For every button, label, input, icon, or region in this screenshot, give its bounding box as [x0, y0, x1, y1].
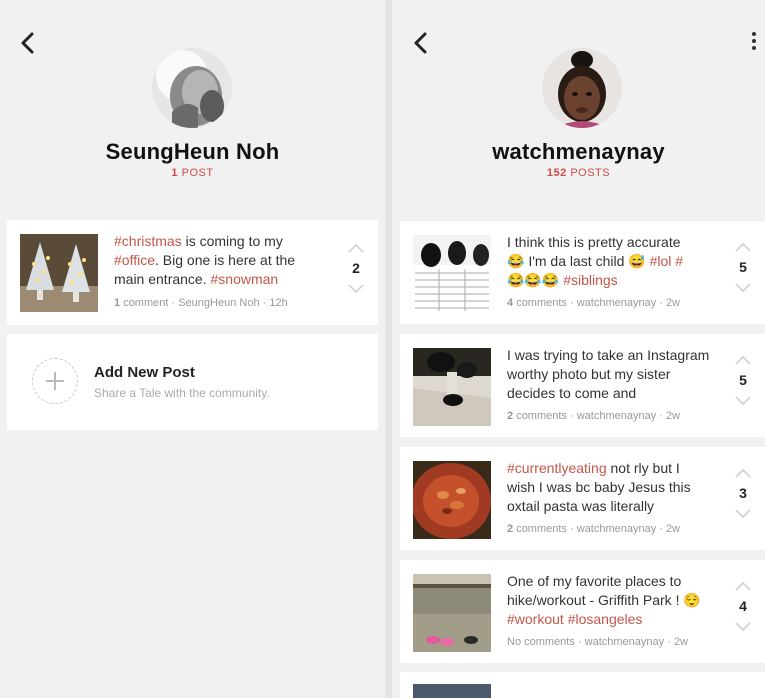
vote-score: 3 — [739, 485, 747, 501]
post-thumbnail[interactable] — [413, 574, 491, 652]
post-text-segment: I was trying to take an Instagram worthy… — [507, 347, 710, 401]
chevron-left-icon — [414, 32, 427, 54]
post-card[interactable]: #currentlyeating not rly but I wish I wa… — [400, 447, 765, 550]
chevron-down-icon[interactable] — [348, 284, 364, 293]
post-count-label: POSTS — [570, 167, 611, 179]
chevron-down-icon[interactable] — [735, 396, 751, 405]
left-profile-screen: SeungHeun Noh 1 POST #christmas is comin… — [0, 0, 385, 698]
post-text: I think this is pretty accurate 😂 I'm da… — [507, 233, 697, 290]
comment-label[interactable]: comments — [516, 297, 567, 309]
post-thumbnail[interactable] — [413, 235, 491, 313]
post-time: 2w — [673, 636, 688, 648]
vote-score: 5 — [739, 372, 747, 388]
panel-divider — [385, 0, 392, 698]
vote-widget: 5 — [733, 243, 753, 292]
hashtag-link[interactable]: #office — [114, 252, 155, 268]
back-button[interactable] — [411, 30, 429, 56]
vote-widget: 2 — [346, 244, 366, 293]
hashtag-link[interactable]: #losangeles — [568, 611, 643, 627]
post-text: One of my favorite places to hike/workou… — [507, 572, 702, 629]
post-text-segment: is coming to my — [181, 233, 283, 249]
vote-score: 5 — [739, 259, 747, 275]
post-time: 2w — [666, 297, 681, 309]
comment-count: No — [507, 636, 522, 648]
avatar[interactable] — [152, 48, 232, 128]
vote-widget: 5 — [733, 356, 753, 405]
post-card[interactable]: One of my favorite places to hike/workou… — [400, 560, 765, 663]
post-thumbnail[interactable] — [20, 234, 98, 312]
post-meta: 1 comment · SeungHeun Noh · 12h — [114, 297, 288, 309]
post-card-partial[interactable] — [400, 672, 765, 698]
vote-score: 2 — [352, 260, 360, 276]
post-count-number: 152 — [546, 167, 567, 179]
post-author[interactable]: watchmenaynay — [577, 523, 657, 535]
post-card[interactable]: #christmas is coming to my #office. Big … — [7, 220, 378, 325]
post-time: 2w — [666, 523, 681, 535]
post-author[interactable]: watchmenaynay — [577, 410, 657, 422]
comment-count: 2 — [507, 410, 514, 422]
hashtag-link[interactable]: #lol — [650, 253, 672, 269]
profile-name: SeungHeun Noh — [105, 139, 280, 164]
post-count: 152 POSTS — [392, 167, 765, 179]
hashtag-link[interactable]: #siblings — [563, 272, 617, 288]
right-profile-screen: watchmenaynay 152 POSTS I think this is … — [392, 0, 765, 698]
avatar[interactable] — [542, 48, 622, 128]
more-button[interactable] — [749, 32, 759, 56]
post-text-segment: One of my favorite places to hike/workou… — [507, 573, 701, 608]
post-thumbnail[interactable] — [413, 348, 491, 426]
post-card[interactable]: I think this is pretty accurate 😂 I'm da… — [400, 221, 765, 324]
comment-label[interactable]: comments — [524, 636, 575, 648]
chevron-down-icon[interactable] — [735, 509, 751, 518]
post-meta: 4 comments · watchmenaynay · 2w — [507, 297, 681, 309]
add-post-subtitle: Share a Tale with the community. — [94, 386, 270, 400]
comment-count: 4 — [507, 297, 514, 309]
hashtag-link[interactable]: #snowman — [211, 271, 279, 287]
add-post-title: Add New Post — [94, 364, 195, 381]
comment-count: 2 — [507, 523, 514, 535]
comment-label[interactable]: comments — [516, 410, 567, 422]
profile-name: watchmenaynay — [492, 139, 665, 164]
post-author[interactable]: SeungHeun Noh — [178, 297, 259, 309]
hashtag-link[interactable]: # — [675, 253, 683, 269]
post-card[interactable]: I was trying to take an Instagram worthy… — [400, 334, 765, 437]
post-meta: No comments · watchmenaynay · 2w — [507, 636, 688, 648]
post-text: #christmas is coming to my #office. Big … — [114, 232, 314, 289]
more-vertical-icon — [749, 32, 759, 50]
chevron-up-icon[interactable] — [735, 469, 751, 478]
chevron-up-icon[interactable] — [735, 356, 751, 365]
hashtag-link[interactable]: #workout — [507, 611, 564, 627]
post-author[interactable]: watchmenaynay — [577, 297, 657, 309]
post-text: I was trying to take an Instagram worthy… — [507, 346, 712, 403]
add-post-circle — [32, 358, 78, 404]
post-time: 2w — [666, 410, 681, 422]
chevron-up-icon[interactable] — [348, 244, 364, 253]
post-count-label: POST — [181, 167, 214, 179]
comment-label[interactable]: comment — [123, 297, 168, 309]
post-time: 12h — [269, 297, 288, 309]
add-new-post-button[interactable]: Add New Post Share a Tale with the commu… — [7, 334, 378, 430]
chevron-up-icon[interactable] — [735, 243, 751, 252]
hashtag-link[interactable]: #christmas — [114, 233, 182, 249]
post-author[interactable]: watchmenaynay — [585, 636, 665, 648]
back-button[interactable] — [18, 30, 36, 56]
post-count: 1 POST — [0, 167, 385, 179]
post-thumbnail[interactable] — [413, 684, 491, 698]
comment-count: 1 — [114, 297, 121, 309]
post-text: #currentlyeating not rly but I wish I wa… — [507, 459, 707, 516]
vote-score: 4 — [739, 598, 747, 614]
chevron-left-icon — [21, 32, 34, 54]
chevron-up-icon[interactable] — [735, 582, 751, 591]
vote-widget: 4 — [733, 582, 753, 631]
hashtag-link[interactable]: #currentlyeating — [507, 460, 607, 476]
chevron-down-icon[interactable] — [735, 283, 751, 292]
plus-icon — [46, 372, 64, 390]
vote-widget: 3 — [733, 469, 753, 518]
post-text-segment: 😂😂😂 — [507, 272, 564, 288]
post-thumbnail[interactable] — [413, 461, 491, 539]
chevron-down-icon[interactable] — [735, 622, 751, 631]
post-count-number: 1 — [171, 167, 179, 179]
post-meta: 2 comments · watchmenaynay · 2w — [507, 523, 681, 535]
comment-label[interactable]: comments — [516, 523, 567, 535]
post-meta: 2 comments · watchmenaynay · 2w — [507, 410, 681, 422]
